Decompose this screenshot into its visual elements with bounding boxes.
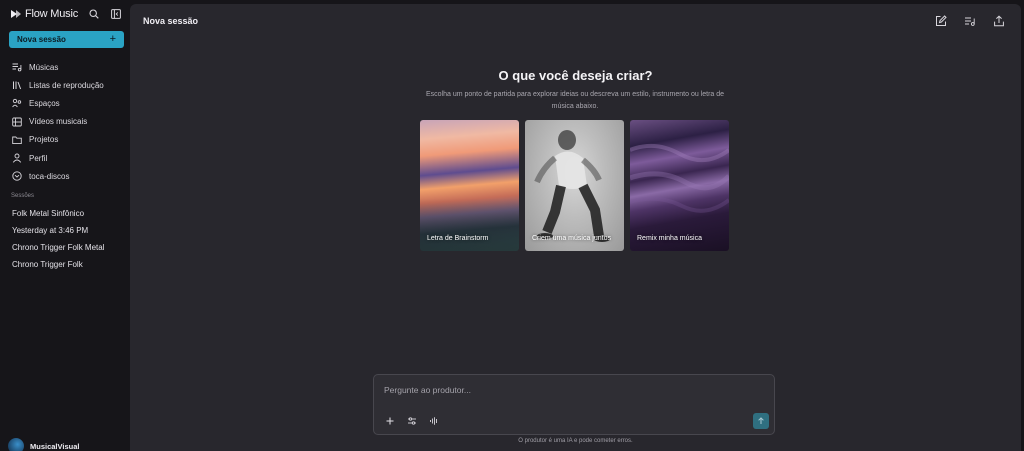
ai-disclaimer: O produtor é uma IA e pode cometer erros…	[518, 438, 633, 444]
sidebar-item-label: Listas de reprodução	[29, 80, 104, 90]
waveform-icon[interactable]	[428, 415, 439, 426]
top-actions	[935, 15, 1005, 27]
card-create-together[interactable]: Criem uma música juntos	[525, 120, 624, 251]
sidebar-item-label: Vídeos musicais	[29, 117, 88, 127]
composer	[373, 374, 775, 435]
prompt-input[interactable]	[384, 383, 764, 397]
queue-icon[interactable]	[964, 15, 976, 27]
session-item[interactable]: Chrono Trigger Folk Metal	[12, 239, 124, 256]
send-button[interactable]	[753, 413, 769, 429]
card-label: Criem uma música juntos	[532, 235, 611, 242]
session-item[interactable]: Yesterday at 3:46 PM	[12, 222, 124, 239]
sidebar-item-label: Espaços	[29, 98, 60, 108]
hero-subtitle: Escolha um ponto de partida para explora…	[425, 91, 725, 110]
plus-icon[interactable]	[384, 415, 395, 426]
card-remix-song[interactable]: Remix minha música	[630, 120, 729, 251]
sidebar-item-label: Projetos	[29, 135, 59, 145]
sidebar-item-label: Perfil	[29, 153, 48, 163]
video-grid-icon	[12, 117, 22, 127]
dancer-image	[534, 130, 610, 242]
composer-tools	[384, 415, 439, 426]
brand-row: Flow Music	[10, 7, 122, 21]
sidebar-item-projetos[interactable]: Projetos	[12, 131, 124, 149]
page-title: Nova sessão	[143, 16, 199, 26]
sidebar-nav: Músicas Listas de reprodução Espaços Víd…	[12, 58, 124, 185]
sessions-section-label: Sessões	[11, 193, 35, 199]
avatar	[8, 438, 24, 451]
hero-title: O que você deseja criar?	[498, 68, 653, 83]
sliders-icon[interactable]	[406, 415, 417, 426]
sidebar-item-videos[interactable]: Vídeos musicais	[12, 113, 124, 131]
spaces-icon	[12, 98, 22, 108]
starter-cards: Letra de Brainstorm Criem uma música jun…	[420, 120, 729, 251]
new-session-button[interactable]: Nova sessão +	[9, 31, 124, 48]
sessions-list: Folk Metal Sinfônico Yesterday at 3:46 P…	[12, 205, 124, 273]
share-icon[interactable]	[993, 15, 1005, 27]
music-list-icon	[12, 62, 22, 72]
sidebar-item-musicas[interactable]: Músicas	[12, 58, 124, 76]
session-item[interactable]: Chrono Trigger Folk	[12, 256, 124, 273]
edit-icon[interactable]	[935, 15, 947, 27]
play-logo-icon	[10, 8, 22, 20]
sidebar-item-label: toca-discos	[29, 171, 70, 181]
main-panel: Nova sessão O que você deseja criar? Esc…	[130, 4, 1021, 451]
search-icon[interactable]	[88, 7, 100, 21]
card-brainstorm-lyrics[interactable]: Letra de Brainstorm	[420, 120, 519, 251]
purple-wave-image	[630, 143, 729, 213]
sidebar-item-espacos[interactable]: Espaços	[12, 94, 124, 112]
arrow-up-icon	[758, 417, 764, 424]
user-name: MusicalVisual	[30, 441, 80, 451]
plus-icon: +	[109, 33, 116, 45]
sidebar-item-perfil[interactable]: Perfil	[12, 149, 124, 167]
card-label: Letra de Brainstorm	[427, 235, 489, 242]
record-icon	[12, 171, 22, 181]
card-label: Remix minha música	[637, 235, 702, 242]
sidebar-collapse-icon[interactable]	[110, 7, 122, 21]
user-profile[interactable]: MusicalVisual	[8, 438, 79, 451]
session-item[interactable]: Folk Metal Sinfônico	[12, 205, 124, 222]
sidebar-item-listas[interactable]: Listas de reprodução	[12, 76, 124, 94]
new-session-label: Nova sessão	[17, 35, 66, 44]
sidebar-item-label: Músicas	[29, 62, 59, 72]
sidebar-item-toca-discos[interactable]: toca-discos	[12, 167, 124, 185]
library-icon	[12, 80, 22, 90]
brand-name: Flow Music	[25, 8, 79, 20]
folder-icon	[12, 135, 22, 145]
person-icon	[12, 153, 22, 163]
sidebar: Flow Music Nova sessão + Músicas Listas …	[0, 0, 130, 451]
